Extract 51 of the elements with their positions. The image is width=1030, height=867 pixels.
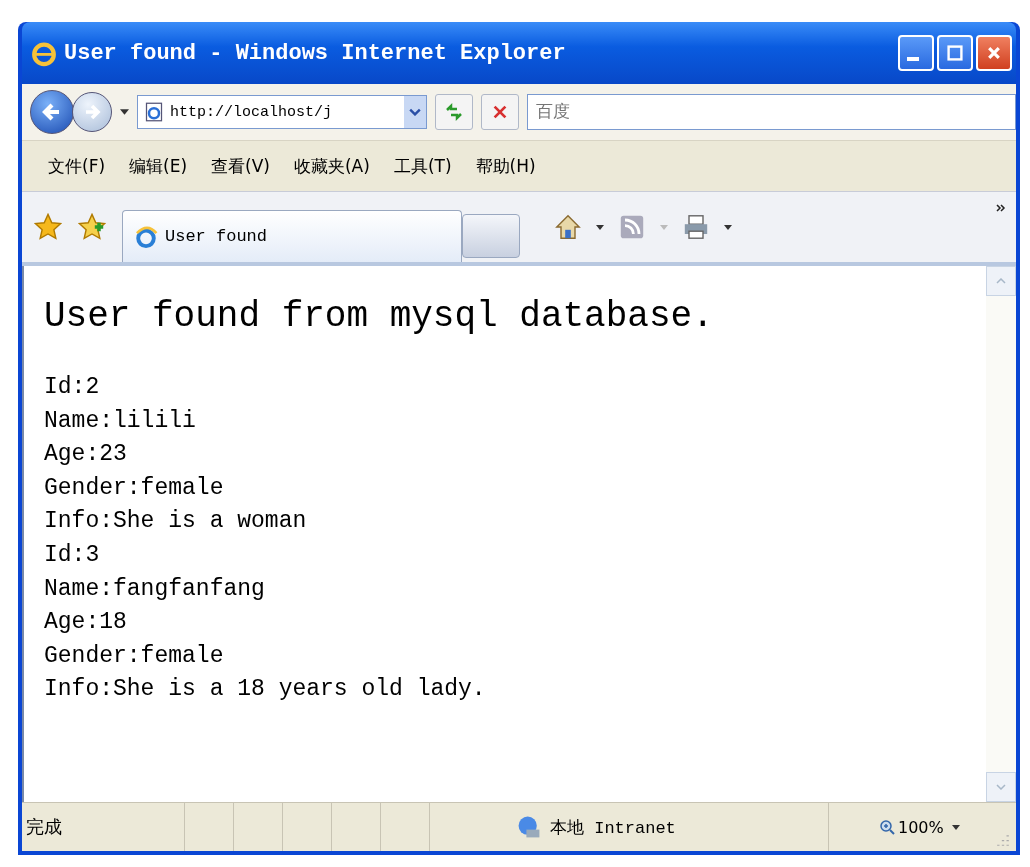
status-text: 完成 [26, 815, 63, 839]
stop-icon [491, 103, 509, 121]
text-line: Info:She is a woman [44, 507, 308, 537]
text-line: Name:fangfanfang [44, 574, 266, 604]
dropdown-button[interactable] [404, 96, 426, 128]
forward-button[interactable] [72, 92, 112, 132]
minimize-button[interactable] [898, 35, 934, 71]
page-icon [144, 102, 164, 122]
zone-text: 本地 Intranet [550, 817, 677, 839]
network-icon [516, 814, 542, 840]
zoom-icon [879, 819, 895, 835]
text-line: Info:She is a 18 years old lady. [44, 675, 487, 705]
window-title: User found - Windows Internet Explorer [64, 40, 567, 66]
caret-icon[interactable] [724, 224, 732, 230]
text-line: Gender:female [44, 641, 225, 671]
close-button[interactable] [976, 35, 1012, 71]
address-field[interactable]: http://localhost/j [137, 95, 427, 129]
refresh-button[interactable] [435, 94, 473, 130]
menu-item[interactable]: 收藏夹(A) [293, 154, 370, 178]
search-field[interactable]: 百度 [527, 94, 1016, 130]
menu-item[interactable]: 文件(F) [48, 154, 106, 178]
caret-icon[interactable] [951, 824, 960, 830]
text-line: Age:23 [44, 440, 128, 470]
zoom-button[interactable]: 100% [828, 803, 944, 851]
chevron-icon[interactable] [996, 204, 1006, 212]
refresh-icon [444, 102, 464, 122]
chevron-down-icon [409, 108, 421, 116]
resize-grip-icon[interactable] [996, 833, 1010, 847]
back-button[interactable] [30, 90, 74, 134]
menu-item[interactable]: 编辑(E) [129, 154, 188, 178]
tab[interactable]: User found [122, 210, 462, 262]
text-line: Id:2 [44, 373, 101, 402]
menu-item[interactable]: 帮助(H) [475, 154, 536, 178]
text-line: Age:18 [44, 608, 128, 638]
text-line: Id:3 [44, 540, 101, 570]
caret-icon[interactable] [120, 109, 129, 115]
star-icon[interactable] [34, 213, 62, 241]
menu-item[interactable]: 查看(V) [211, 154, 270, 178]
close-icon [986, 45, 1002, 61]
stop-button[interactable] [481, 94, 519, 130]
caret-icon[interactable] [596, 224, 604, 230]
maximize-icon [947, 45, 963, 61]
text-line: Gender:female [44, 473, 225, 503]
menu-item[interactable]: 工具(T) [393, 154, 452, 178]
add-favorite-icon[interactable] [78, 213, 106, 241]
maximize-button[interactable] [937, 35, 973, 71]
printer-icon[interactable] [682, 213, 710, 241]
page-heading: User found from mysql database. [44, 296, 715, 337]
minimize-icon [907, 57, 919, 61]
home-icon[interactable] [554, 213, 582, 241]
text-line: Name:lilili [44, 406, 197, 436]
